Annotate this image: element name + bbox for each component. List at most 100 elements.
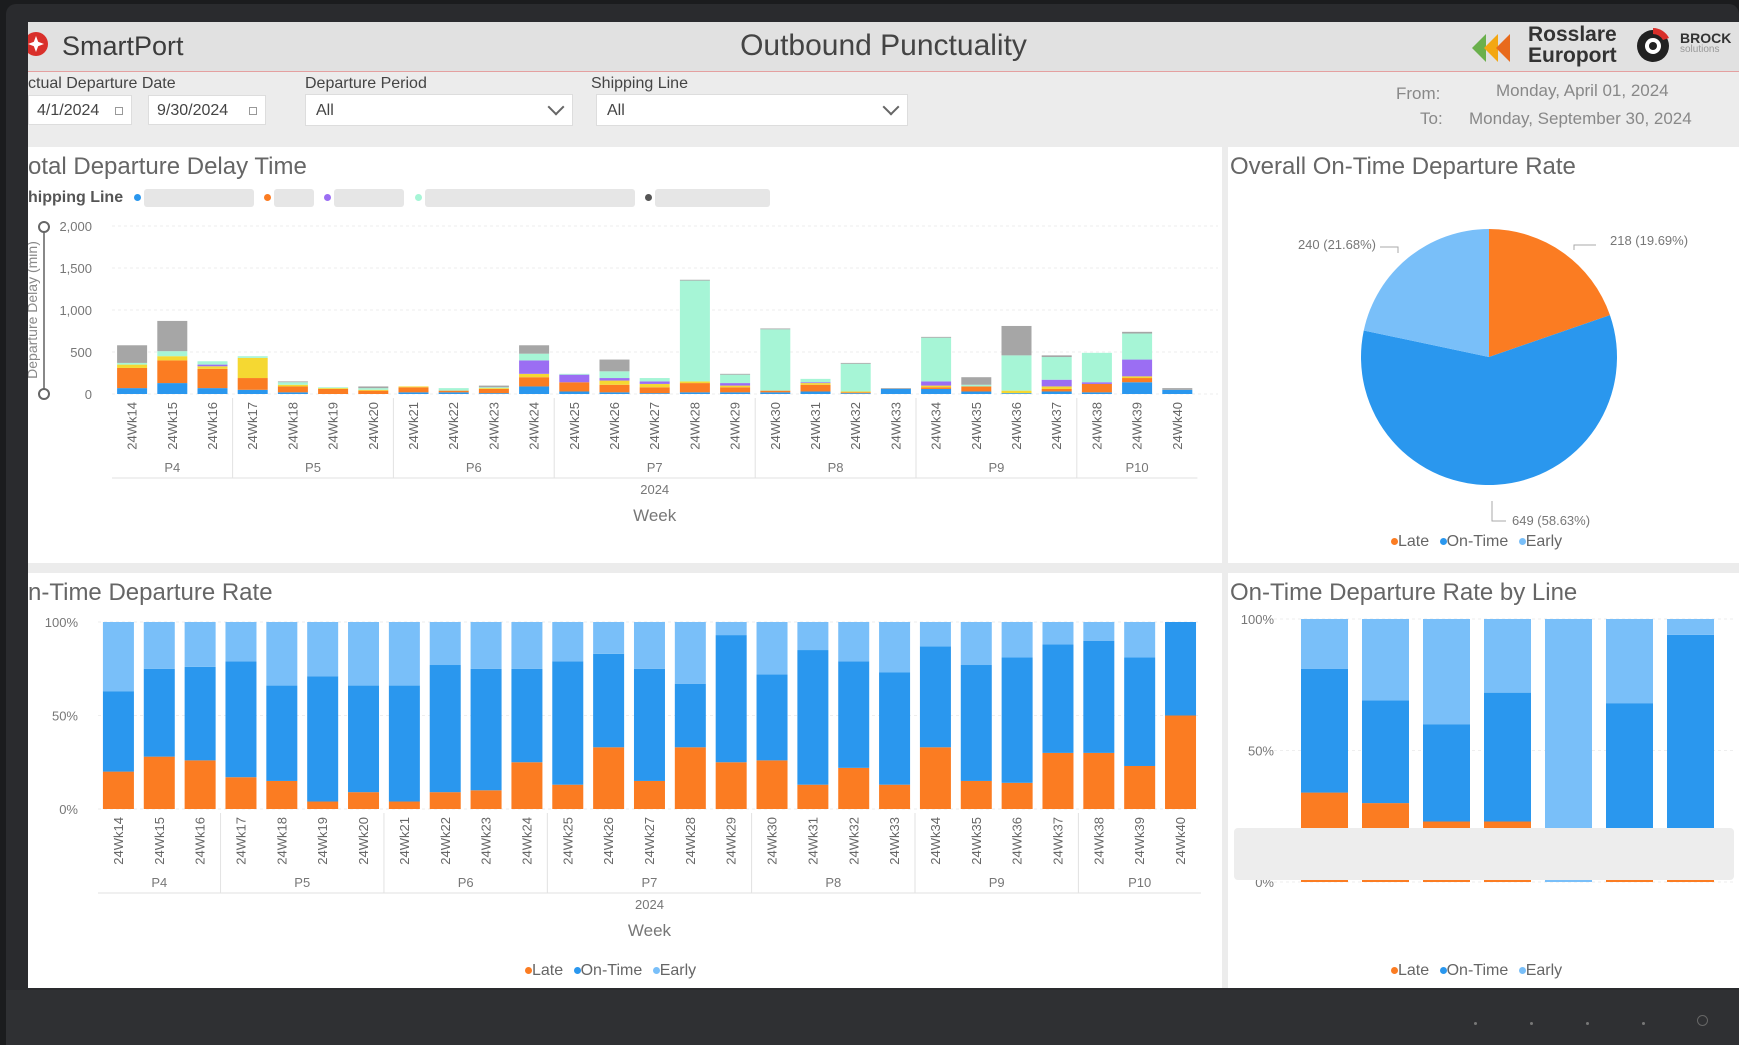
bar-segment [266,780,298,809]
bar-segment [157,351,188,357]
bezel-button[interactable] [1642,1022,1645,1025]
date-to-input[interactable]: 9/30/2024 [148,95,266,125]
bar-segment [921,385,952,388]
overall-pie-chart: 218 (19.69%) 649 (58.63%) 240 (21.68%) [1298,229,1688,528]
bar-segment [552,661,584,785]
pie-legend: Late On-Time Early [1391,533,1562,551]
bar-segment [358,386,389,389]
bar-segment [840,392,871,394]
x-tick-label: 24Wk31 [808,402,823,450]
bar-segment [1122,359,1153,377]
bar-segment [1041,355,1072,358]
bar-segment [838,622,870,662]
bar-segment [961,386,992,392]
bar-segment [960,780,992,809]
x-tick-label: 24Wk35 [969,817,984,865]
bar-segment [879,672,911,785]
bar-segment [398,386,429,388]
bar-segment [1124,765,1156,809]
bar-segment [511,762,543,809]
bar-segment [197,364,228,367]
period-label: P5 [305,460,321,475]
bar-segment [438,388,469,391]
bar-segment [318,387,349,389]
bar-segment [470,622,502,669]
y-tick-label: 50% [52,709,78,724]
bar-segment [633,780,665,809]
bar-segment [593,747,625,809]
bar-segment [318,388,349,389]
x-tick-label: 24Wk29 [724,817,739,865]
bar-segment [756,674,788,761]
bar-segment [720,385,751,388]
x-tick-label: 24Wk18 [274,817,289,865]
legend-dot-ontime [573,967,581,975]
bar-segment [720,392,751,394]
bar-segment [639,383,670,388]
bar-segment [760,390,791,393]
date-from-input[interactable]: 4/1/2024 [28,95,132,125]
weekly-rate-100pct-bar-chart: 100% 50% 0% 24Wk14 24Wk15 24Wk16 24Wk17 24Wk18 2… [45,615,1201,940]
bar-segment [1001,355,1032,391]
bar-segment [511,668,543,763]
period-label: P6 [466,460,482,475]
bar-segment [1165,715,1197,809]
bar-segment [358,388,389,390]
bar-segment [519,353,550,361]
bar-segment [599,380,630,385]
x-tick-label: 24Wk28 [683,817,698,865]
bar-segment [679,381,710,384]
bar-segment [1362,700,1409,804]
bar-segment [117,388,148,394]
x-tick-label: 24Wk22 [446,402,461,450]
bar-segment [197,361,228,365]
calendar-icon[interactable] [115,107,123,115]
bar-segment [879,784,911,809]
year-label: 2024 [640,482,669,497]
x-axis-title: Week [633,506,677,525]
bar-segment [838,767,870,809]
bar-segment [1042,622,1074,645]
period-label: P8 [828,460,844,475]
bar-segment [760,329,791,391]
shipping-line-dropdown[interactable]: All [596,94,908,126]
bar-segment [478,393,509,394]
line-rate-100pct-bar-chart: 100%50%0% [1241,612,1733,890]
bar-segment [679,279,710,281]
bar-segment [1301,668,1348,793]
bar-segment [1001,390,1032,394]
period-label: P4 [151,875,167,890]
bar-segment [157,320,188,352]
bar-segment [277,382,308,385]
period-dropdown[interactable]: All [305,94,573,126]
line-legend: Late On-Time Early [1391,962,1562,980]
period-label: P9 [989,875,1005,890]
bezel-button[interactable] [1530,1022,1533,1025]
bar-segment [599,384,630,393]
bezel-button[interactable] [1474,1022,1477,1025]
monitor-bezel [6,990,1739,1045]
bezel-button[interactable] [1586,1022,1589,1025]
bar-segment [1001,325,1032,356]
calendar-icon[interactable] [249,107,257,115]
period-label: P4 [164,460,180,475]
bar-segment [800,383,831,385]
bar-segment [840,391,871,393]
bar-segment [559,391,590,394]
bar-segment [1162,389,1193,394]
x-tick-label: 24Wk32 [848,402,863,450]
bar-segment [1041,391,1072,394]
y-tick-label: 1,500 [59,261,92,276]
bar-segment [1083,640,1115,753]
y-tick-label: 0% [59,802,78,817]
x-tick-label: 24Wk30 [765,817,780,865]
power-icon[interactable] [1697,1015,1708,1026]
x-tick-label: 24Wk34 [928,817,943,865]
bar-segment [266,685,298,781]
bar-segment [552,784,584,809]
bar-segment [800,378,831,383]
x-tick-label: 24Wk27 [642,817,657,865]
bar-segment [797,784,829,809]
period-filter-label: Departure Period [305,75,427,92]
bar-segment [715,762,747,809]
